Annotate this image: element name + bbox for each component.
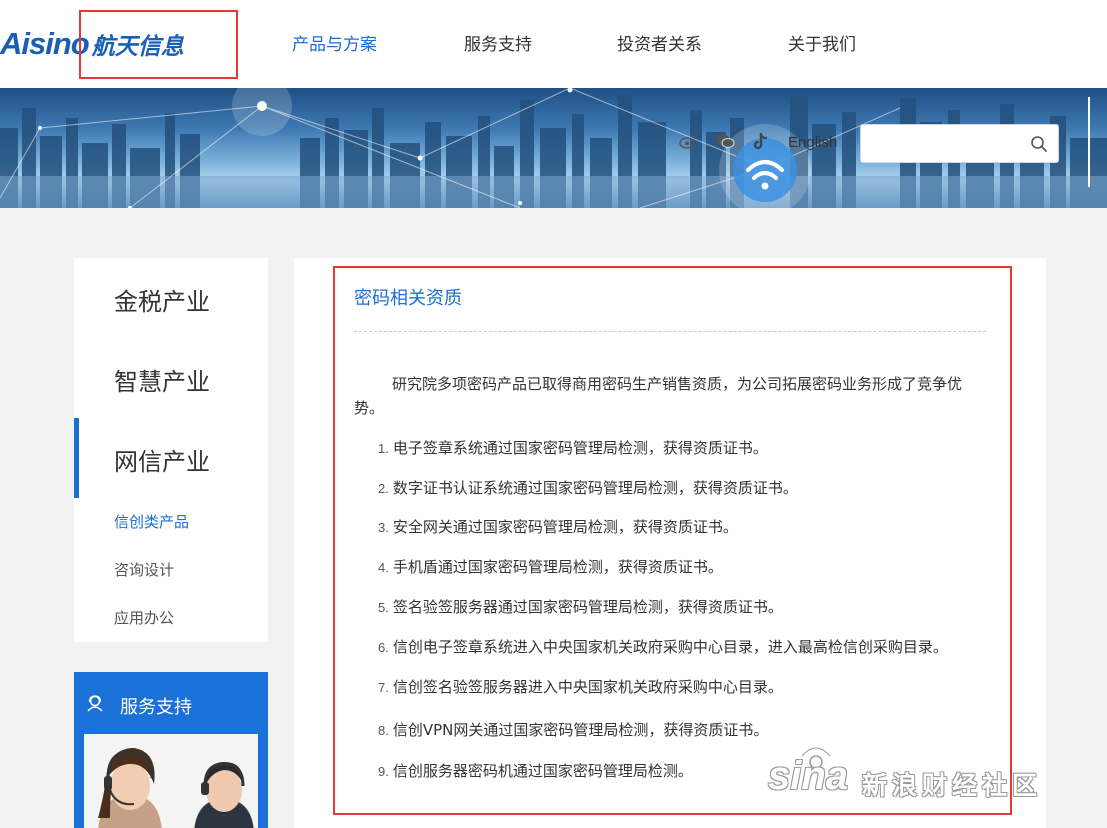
list-text: 信创电子签章系统进入中央国家机关政府采购中心目录，进入最高检信创采购目录。: [392, 638, 948, 656]
list-number: 4.: [378, 560, 389, 575]
sidebar-item-label: 网信产业: [114, 448, 210, 476]
list-item: 6. 信创电子签章系统进入中央国家机关政府采购中心目录，进入最高检信创采购目录。: [378, 636, 948, 657]
nav-item-investors[interactable]: 投资者关系: [617, 30, 702, 55]
sina-latin-text: sina: [768, 754, 849, 798]
list-text: 数字证书认证系统通过国家密码管理局检测，获得资质证书。: [392, 479, 798, 497]
title-divider: [354, 331, 986, 332]
content-title: 密码相关资质: [354, 288, 462, 309]
list-number: 3.: [378, 520, 389, 535]
list-text: 手机盾通过国家密码管理局检测，获得资质证书。: [392, 558, 723, 576]
intro-paragraph: 研究院多项密码产品已取得商用密码生产销售资质，为公司拓展密码业务形成了竞争优势。: [354, 375, 963, 417]
list-item: 5. 签名验签服务器通过国家密码管理局检测，获得资质证书。: [378, 596, 783, 617]
search-box: [860, 124, 1059, 163]
weibo-icon[interactable]: [679, 133, 697, 153]
list-item: 2. 数字证书认证系统通过国家密码管理局检测，获得资质证书。: [378, 477, 798, 498]
list-item: 7. 信创签名验签服务器进入中央国家机关政府采购中心目录。: [378, 676, 783, 697]
list-item: 8. 信创VPN网关通过国家密码管理局检测，获得资质证书。: [378, 719, 768, 740]
sidebar-subitem-consulting-design[interactable]: 咨询设计: [114, 559, 174, 580]
sidebar-item-smart-industry[interactable]: 智慧产业: [74, 338, 268, 418]
search-icon[interactable]: [1030, 135, 1048, 153]
list-number: 1.: [378, 441, 389, 456]
list-number: 7.: [378, 680, 389, 695]
list-text: 签名验签服务器通过国家密码管理局检测，获得资质证书。: [392, 598, 783, 616]
list-text: 信创VPN网关通过国家密码管理局检测，获得资质证书。: [392, 721, 769, 739]
banner-scroll-edge: [1088, 97, 1090, 187]
nav-item-products[interactable]: 产品与方案: [292, 30, 377, 55]
site-header: Aisino 航天信息 产品与方案 服务支持 投资者关系 关于我们: [0, 0, 1107, 88]
headset-icon: [86, 694, 104, 712]
list-text: 信创签名验签服务器进入中央国家机关政府采购中心目录。: [392, 678, 783, 696]
list-item: 3. 安全网关通过国家密码管理局检测，获得资质证书。: [378, 516, 738, 537]
list-text: 信创服务器密码机通过国家密码管理局检测。: [392, 762, 693, 780]
list-text: 安全网关通过国家密码管理局检测，获得资质证书。: [392, 518, 738, 536]
sina-cn-text: 新浪财经社区: [862, 771, 1043, 800]
main-nav: 产品与方案 服务支持 投资者关系 关于我们: [0, 30, 1107, 56]
list-item: 9. 信创服务器密码机通过国家密码管理局检测。: [378, 760, 693, 781]
wechat-icon[interactable]: [715, 133, 735, 153]
active-indicator-bar: [74, 418, 79, 498]
sidebar-item-label: 金税产业: [114, 288, 210, 316]
sidebar-category-card: 金税产业 智慧产业 网信产业: [74, 258, 268, 642]
tiktok-icon[interactable]: [752, 132, 768, 155]
list-item: 1. 电子签章系统通过国家密码管理局检测，获得资质证书。: [378, 437, 768, 458]
list-text: 电子签章系统通过国家密码管理局检测，获得资质证书。: [392, 439, 768, 457]
language-english-link[interactable]: English: [788, 134, 837, 151]
sidebar-subitem-office-apps[interactable]: 应用办公: [114, 607, 174, 628]
sidebar-item-golden-tax[interactable]: 金税产业: [74, 258, 268, 338]
list-number: 5.: [378, 600, 389, 615]
list-item: 4. 手机盾通过国家密码管理局检测，获得资质证书。: [378, 556, 723, 577]
sidebar-item-label: 智慧产业: [114, 368, 210, 396]
list-number: 2.: [378, 481, 389, 496]
search-input[interactable]: [861, 125, 1021, 162]
service-support-title: 服务支持: [120, 697, 192, 718]
list-number: 6.: [378, 640, 389, 655]
service-agents-photo: [84, 734, 258, 828]
list-number: 9.: [378, 764, 389, 779]
service-support-card[interactable]: 服务支持: [74, 672, 268, 828]
list-number: 8.: [378, 723, 389, 738]
nav-item-service[interactable]: 服务支持: [464, 30, 532, 55]
nav-item-about[interactable]: 关于我们: [788, 30, 856, 55]
sidebar-item-cyber-industry[interactable]: 网信产业: [74, 418, 268, 498]
sidebar-subitem-xinchuang-products[interactable]: 信创类产品: [114, 511, 189, 532]
